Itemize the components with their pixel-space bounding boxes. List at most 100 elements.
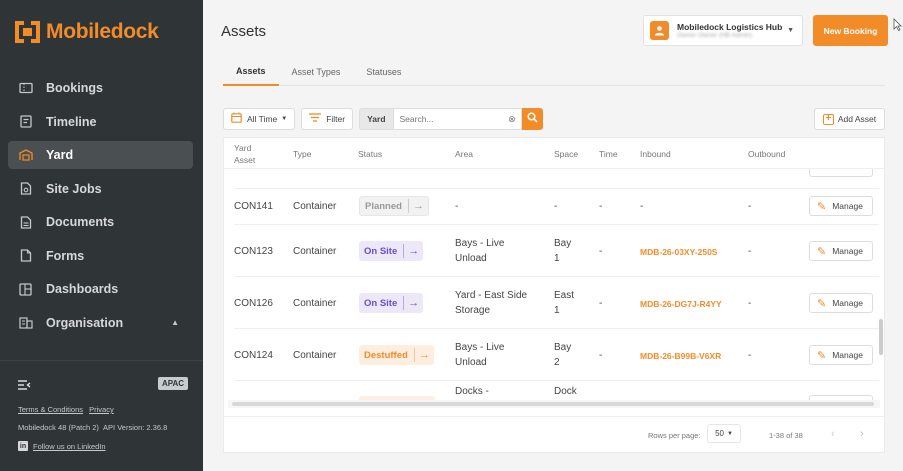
rows-per-page-value: 50: [715, 429, 724, 438]
tab-statuses[interactable]: Statuses: [353, 58, 414, 86]
table-row[interactable]: CON141 Container Planned → - - - - - ✎ M…: [234, 190, 879, 225]
column-space[interactable]: Space: [554, 149, 578, 159]
column-type[interactable]: Type: [293, 149, 311, 159]
ticket-icon: [18, 81, 33, 96]
space-line-1: -: [554, 201, 558, 212]
column-time[interactable]: Time: [599, 149, 618, 159]
sidebar: Mobiledock Bookings Timeline Yard Site J…: [0, 0, 203, 471]
tab-assets[interactable]: Assets: [223, 58, 279, 86]
collapse-sidebar-icon[interactable]: [18, 378, 31, 393]
chevron-down-icon: ▼: [787, 27, 794, 34]
asset-type: Container: [293, 350, 337, 361]
status-badge[interactable]: On Site →: [359, 241, 424, 261]
search-group: Yard ⊗: [359, 108, 543, 130]
area-line-1: -: [455, 201, 459, 212]
table-row-partial: [234, 169, 879, 189]
sidebar-item-timeline[interactable]: Timeline: [8, 108, 193, 136]
space-line-1: East: [554, 290, 575, 301]
status-label: Destuffed: [364, 349, 408, 361]
column-yard-asset[interactable]: Yard Asset: [234, 142, 255, 166]
status-badge[interactable]: On Site →: [359, 293, 424, 313]
pagination: Rows per page: 50 ▼ 1-38 of 38 ‹ ›: [224, 416, 884, 452]
sidebar-item-documents[interactable]: Documents: [8, 208, 193, 236]
sidebar-item-label: Timeline: [46, 114, 97, 129]
chevron-right-icon[interactable]: ›: [860, 428, 864, 440]
form-icon: [18, 248, 33, 263]
area-line-1: Bays - Live: [455, 238, 505, 249]
time: -: [599, 298, 603, 309]
inbound-booking-link[interactable]: MDB-26-DG7J-R4YY: [640, 297, 722, 312]
manage-button[interactable]: ✎ Manage: [809, 241, 873, 261]
horizontal-scrollbar[interactable]: [232, 402, 874, 406]
api-version: API Version: 2.36.8: [103, 423, 168, 432]
add-asset-label: Add Asset: [837, 114, 877, 124]
logo[interactable]: Mobiledock: [15, 20, 159, 44]
search-button[interactable]: [521, 108, 543, 130]
sidebar-item-forms[interactable]: Forms: [8, 242, 193, 270]
sidebar-item-dashboards[interactable]: Dashboards: [8, 275, 193, 303]
clear-search-icon[interactable]: ⊗: [508, 114, 516, 125]
linkedin-link[interactable]: in Follow us on LinkedIn: [18, 441, 106, 451]
terms-link[interactable]: Terms & Conditions: [18, 405, 83, 414]
column-status[interactable]: Status: [358, 149, 382, 159]
search-scope[interactable]: Yard: [359, 108, 393, 130]
asset-type: Container: [293, 246, 337, 257]
inbound: -: [640, 201, 644, 212]
column-inbound[interactable]: Inbound: [640, 149, 671, 159]
status-badge[interactable]: Destuffed →: [359, 345, 434, 365]
sidebar-item-organisation[interactable]: Organisation ▲: [8, 309, 193, 337]
region-badge[interactable]: APAC: [158, 377, 189, 390]
calendar-icon: [231, 112, 242, 126]
chevron-down-icon: ▼: [281, 116, 288, 122]
logo-mark-icon: [15, 21, 40, 43]
outbound: -: [748, 201, 752, 212]
column-area[interactable]: Area: [455, 149, 473, 159]
table-row[interactable]: CON123 Container On Site → Bays - Live U…: [234, 226, 879, 277]
filter-button[interactable]: Filter: [301, 108, 354, 130]
status-label: On Site: [364, 297, 398, 309]
new-booking-button[interactable]: New Booking: [813, 15, 888, 46]
asset-type: Container: [293, 201, 337, 212]
area-line-1: Bays - Live: [455, 342, 505, 353]
manage-button[interactable]: ✎ Manage: [809, 196, 873, 216]
sidebar-item-yard[interactable]: Yard: [8, 141, 193, 169]
vertical-scrollbar[interactable]: [879, 319, 883, 355]
manage-button[interactable]: ✎ Manage: [809, 345, 873, 365]
rows-per-page-select[interactable]: 50 ▼: [707, 424, 741, 443]
tab-asset-types[interactable]: Asset Types: [279, 58, 354, 86]
inbound-booking-link[interactable]: MDB-26-03XY-250S: [640, 245, 717, 260]
document-icon: [18, 215, 33, 230]
arrow-right-icon: →: [403, 296, 423, 310]
space-line-2: 2: [554, 357, 560, 368]
area-line-2: Unload: [455, 253, 487, 264]
pencil-icon: ✎: [817, 200, 827, 213]
sidebar-item-label: Organisation: [46, 315, 124, 330]
search-input[interactable]: [392, 108, 522, 130]
table-row[interactable]: CON124 Container Destuffed → Bays - Live…: [234, 330, 879, 381]
manage-button[interactable]: ✎ Manage: [809, 293, 873, 313]
privacy-link[interactable]: Privacy: [89, 405, 114, 414]
page-title: Assets: [221, 23, 267, 40]
date-range-label: All Time: [247, 114, 278, 124]
app-version: Mobiledock 48 (Patch 2): [18, 423, 99, 432]
manage-label: Manage: [832, 246, 863, 256]
rows-per-page-label: Rows per page:: [648, 431, 701, 440]
sidebar-item-site-jobs[interactable]: Site Jobs: [8, 175, 193, 203]
inbound-booking-link[interactable]: MDB-26-B99B-V6XR: [640, 349, 721, 364]
organisation-avatar: [650, 21, 669, 40]
column-outbound[interactable]: Outbound: [748, 149, 785, 159]
time: -: [599, 201, 603, 212]
search-icon: [526, 110, 538, 128]
organisation-selector[interactable]: Mobiledock Logistics Hub Owner Owner (HB…: [643, 15, 803, 46]
manage-button[interactable]: [809, 169, 873, 177]
filter-label: Filter: [326, 114, 346, 124]
sidebar-item-bookings[interactable]: Bookings: [8, 74, 193, 102]
chevron-left-icon[interactable]: ‹: [831, 428, 835, 440]
status-badge[interactable]: Planned →: [359, 196, 429, 216]
table-row[interactable]: CON126 Container On Site → Yard - East S…: [234, 278, 879, 329]
asset-toolbar: All Time ▼ Filter Yard ⊗: [223, 108, 543, 130]
add-asset-button[interactable]: + Add Asset: [814, 108, 885, 130]
pencil-icon: ✎: [817, 297, 827, 310]
arrow-right-icon: →: [403, 244, 423, 258]
date-range-dropdown[interactable]: All Time ▼: [223, 108, 296, 130]
